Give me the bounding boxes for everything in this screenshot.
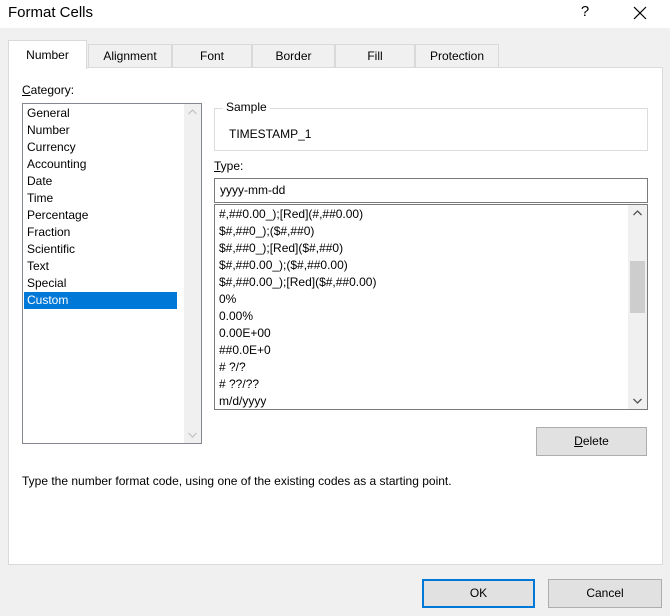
format-item[interactable]: $#,##0.00_);($#,##0.00) xyxy=(219,257,348,274)
format-item[interactable]: 0.00E+00 xyxy=(219,325,271,342)
tab-label: Protection xyxy=(429,49,485,63)
sample-legend: Sample xyxy=(223,100,270,114)
sample-value: TIMESTAMP_1 xyxy=(229,127,312,141)
number-tab-panel: Category: General Number Currency Accoun… xyxy=(8,67,663,565)
format-item[interactable]: # ??/?? xyxy=(219,376,259,393)
cancel-button[interactable]: Cancel xyxy=(548,579,662,608)
close-button[interactable] xyxy=(624,0,656,26)
category-item-time[interactable]: Time xyxy=(24,190,177,207)
delete-accesskey: D xyxy=(574,434,583,448)
type-label-text: ype: xyxy=(220,159,244,173)
delete-label: elete xyxy=(582,434,609,448)
category-label-text: ategory: xyxy=(30,83,75,97)
type-label-accesskey: T xyxy=(214,159,221,173)
category-item-text[interactable]: Text xyxy=(24,258,177,275)
scroll-down-button[interactable] xyxy=(184,426,201,443)
dialog-title: Format Cells xyxy=(8,4,94,21)
chevron-down-icon xyxy=(188,432,197,438)
format-item[interactable]: m/d/yyyy xyxy=(219,393,266,409)
format-item[interactable]: $#,##0_);[Red]($#,##0) xyxy=(219,240,343,257)
tab-label: Alignment xyxy=(103,49,157,63)
title-bar: Format Cells ? xyxy=(0,0,670,28)
category-label-accesskey: C xyxy=(22,83,31,97)
format-item[interactable]: # ?/? xyxy=(219,359,246,376)
type-input[interactable]: yyyy-mm-dd xyxy=(214,178,648,203)
format-item[interactable]: 0.00% xyxy=(219,308,253,325)
format-item[interactable]: $#,##0.00_);[Red]($#,##0.00) xyxy=(219,274,376,291)
tab-label: Number xyxy=(26,48,69,62)
chevron-up-icon xyxy=(633,210,642,216)
format-list-scrollbar[interactable] xyxy=(628,205,647,409)
category-list[interactable]: General Number Currency Accounting Date … xyxy=(22,103,202,444)
category-item-number[interactable]: Number xyxy=(24,122,177,139)
scroll-down-button[interactable] xyxy=(629,392,646,409)
delete-button[interactable]: Delete xyxy=(536,427,647,456)
tab-font[interactable]: Font xyxy=(172,44,252,68)
format-item[interactable]: 0% xyxy=(219,291,236,308)
scroll-up-button[interactable] xyxy=(629,205,646,222)
tab-border[interactable]: Border xyxy=(252,44,335,68)
tab-label: Border xyxy=(275,49,312,63)
ok-button[interactable]: OK xyxy=(422,579,535,608)
tab-label: Fill xyxy=(367,49,383,63)
tab-protection[interactable]: Protection xyxy=(415,44,499,68)
help-button[interactable]: ? xyxy=(578,3,592,20)
format-item[interactable]: $#,##0_);($#,##0) xyxy=(219,223,314,240)
format-code-list[interactable]: #,##0.00_);[Red](#,##0.00) $#,##0_);($#,… xyxy=(214,204,648,410)
category-item-fraction[interactable]: Fraction xyxy=(24,224,177,241)
category-item-currency[interactable]: Currency xyxy=(24,139,177,156)
help-text: Type the number format code, using one o… xyxy=(22,474,452,488)
tab-alignment[interactable]: Alignment xyxy=(88,44,172,68)
type-label: Type: xyxy=(214,159,243,173)
chevron-up-icon xyxy=(188,109,197,115)
chevron-down-icon xyxy=(633,398,642,404)
tab-fill[interactable]: Fill xyxy=(335,44,415,68)
close-icon xyxy=(633,6,647,20)
category-label: Category: xyxy=(22,83,74,97)
scroll-up-button[interactable] xyxy=(184,104,201,121)
category-item-general[interactable]: General xyxy=(24,105,177,122)
tab-number[interactable]: Number xyxy=(8,40,87,69)
category-item-date[interactable]: Date xyxy=(24,173,177,190)
format-item[interactable]: ##0.0E+0 xyxy=(219,342,271,359)
category-item-special[interactable]: Special xyxy=(24,275,177,292)
format-item[interactable]: #,##0.00_);[Red](#,##0.00) xyxy=(219,206,363,223)
tab-label: Font xyxy=(199,49,224,63)
category-item-percentage[interactable]: Percentage xyxy=(24,207,177,224)
sample-group: Sample TIMESTAMP_1 xyxy=(214,100,648,151)
category-item-custom[interactable]: Custom xyxy=(24,292,177,309)
category-item-scientific[interactable]: Scientific xyxy=(24,241,177,258)
scrollbar-thumb[interactable] xyxy=(630,261,645,313)
category-scrollbar[interactable] xyxy=(184,104,201,443)
category-item-accounting[interactable]: Accounting xyxy=(24,156,177,173)
